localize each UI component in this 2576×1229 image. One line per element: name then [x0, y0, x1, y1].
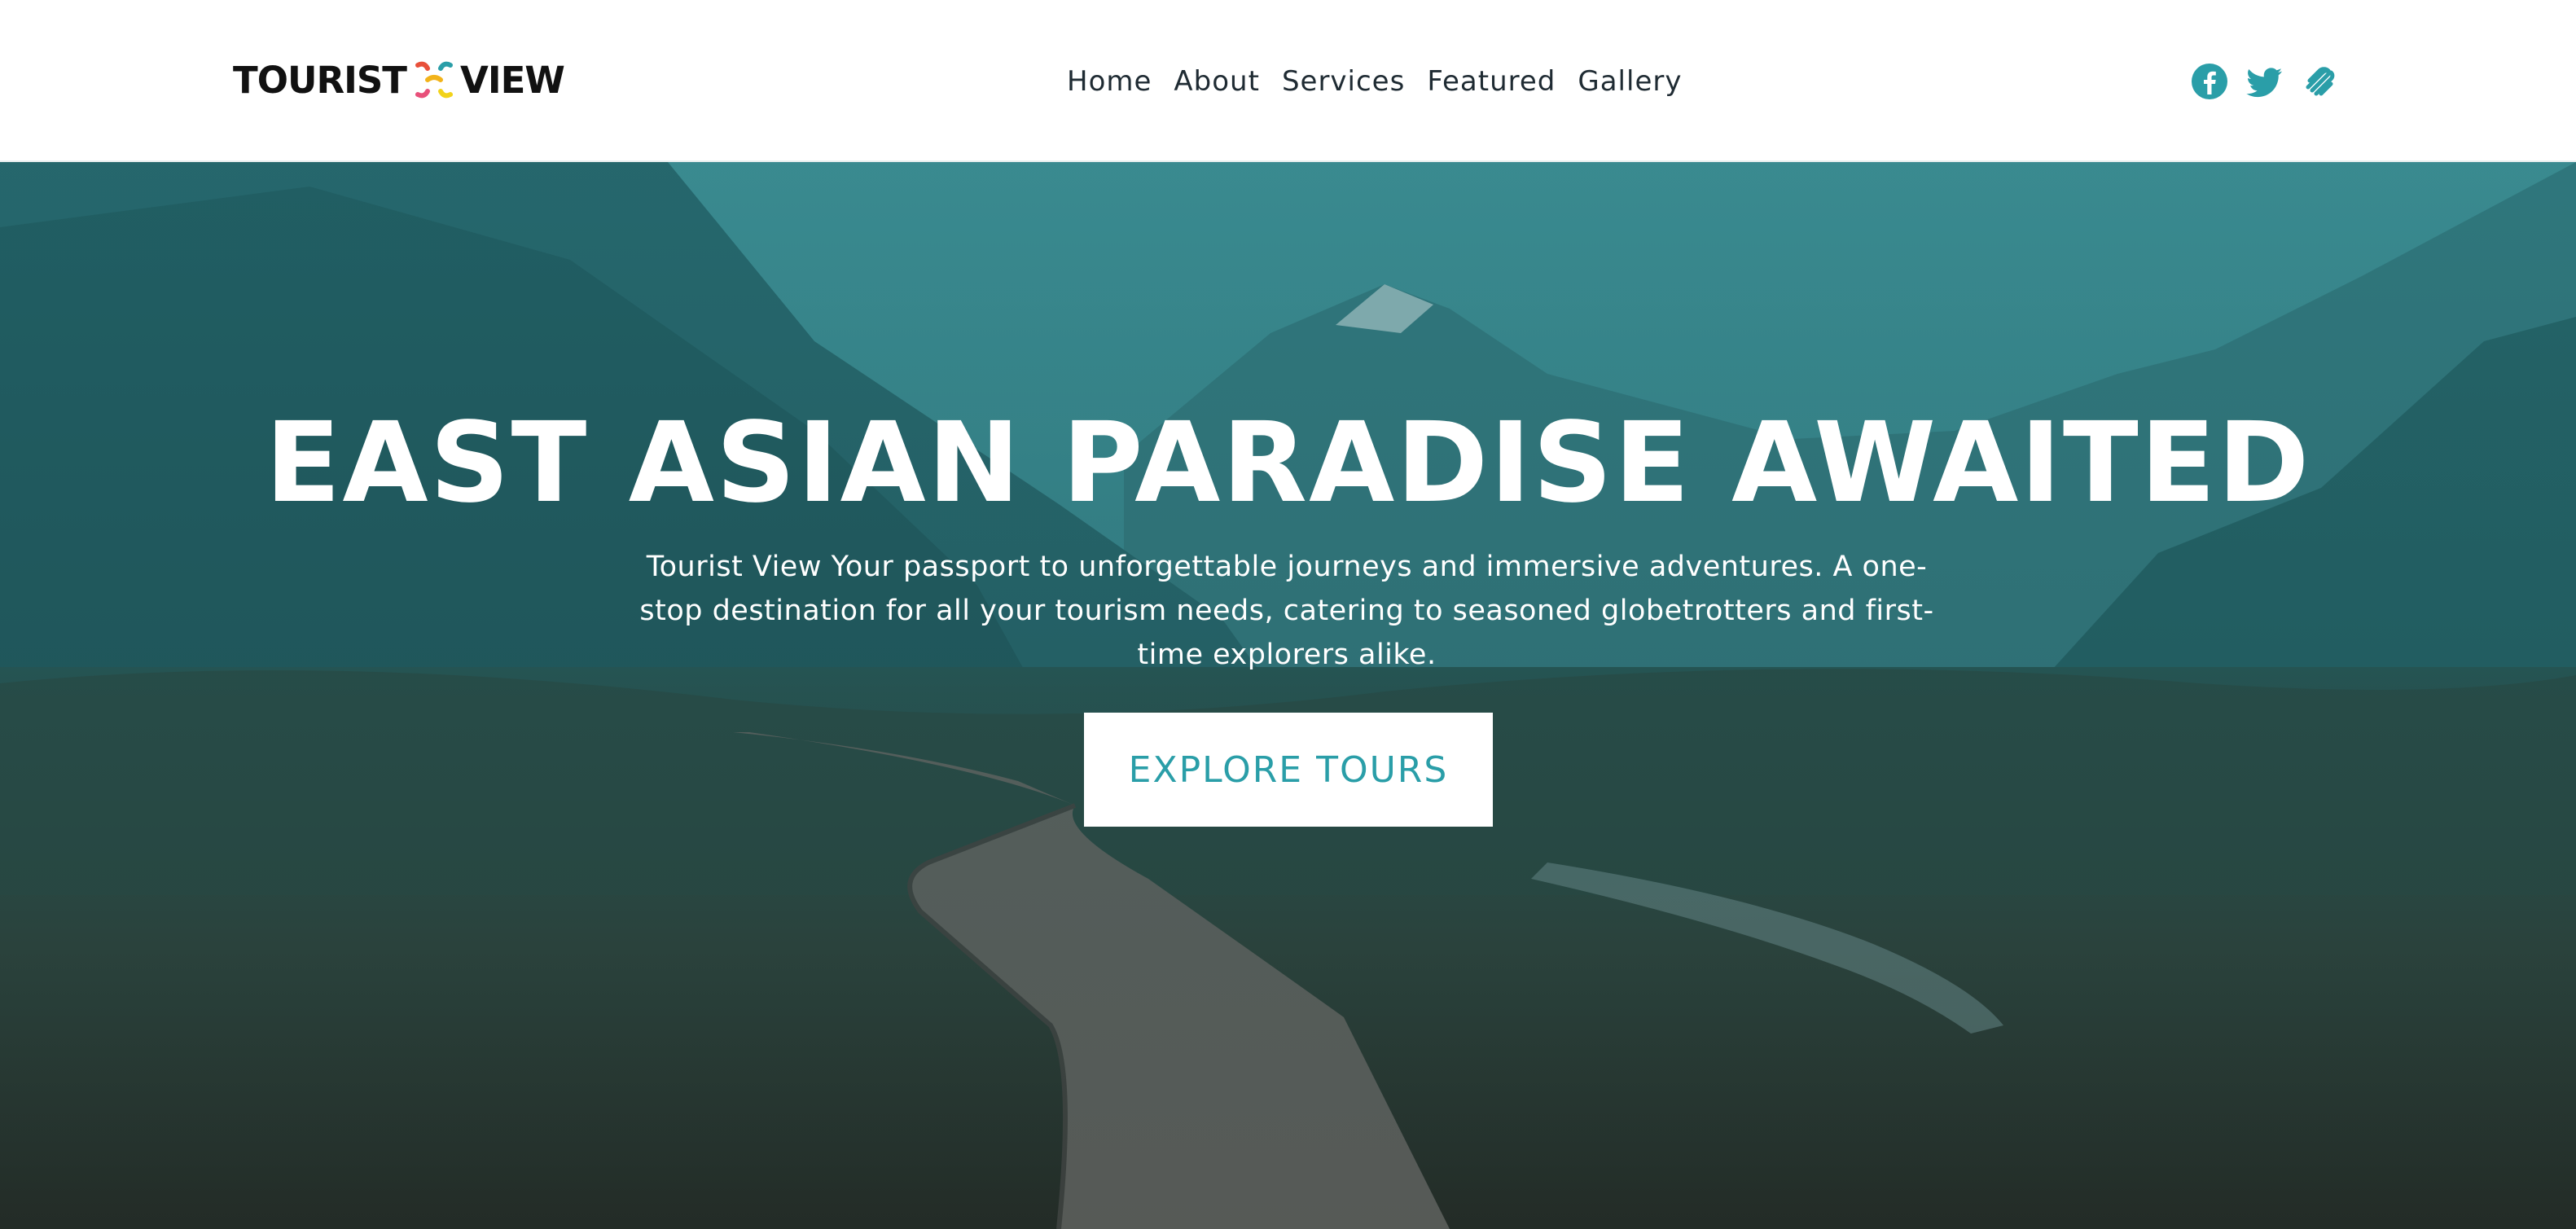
nav-services[interactable]: Services: [1282, 65, 1405, 98]
logo[interactable]: TOURIST VIEW: [233, 54, 565, 106]
nav-gallery[interactable]: Gallery: [1578, 65, 1682, 98]
main-nav: Home About Services Featured Gallery: [1067, 59, 1682, 104]
nav-home[interactable]: Home: [1067, 65, 1152, 98]
logo-text-tourist: TOURIST: [233, 58, 407, 102]
hero-title: EAST ASIAN PARADISE AWAITED: [265, 399, 2311, 528]
twitter-icon[interactable]: [2246, 63, 2284, 100]
site-header: TOURIST VIEW Home About Services Feature…: [0, 0, 2576, 162]
hero-section: EAST ASIAN PARADISE AWAITED Tourist View…: [0, 162, 2576, 1229]
hero-content: EAST ASIAN PARADISE AWAITED Tourist View…: [0, 162, 2576, 1229]
squarespace-icon[interactable]: [2302, 63, 2339, 100]
hero-description: Tourist View Your passport to unforgetta…: [639, 551, 1934, 671]
facebook-icon[interactable]: [2191, 63, 2228, 100]
social-links: [2191, 62, 2339, 101]
logo-mark-icon: [415, 61, 453, 99]
nav-about[interactable]: About: [1174, 65, 1260, 98]
nav-featured[interactable]: Featured: [1427, 65, 1556, 98]
explore-tours-button[interactable]: EXPLORE TOURS: [1084, 713, 1493, 827]
logo-text-view: VIEW: [460, 58, 565, 102]
